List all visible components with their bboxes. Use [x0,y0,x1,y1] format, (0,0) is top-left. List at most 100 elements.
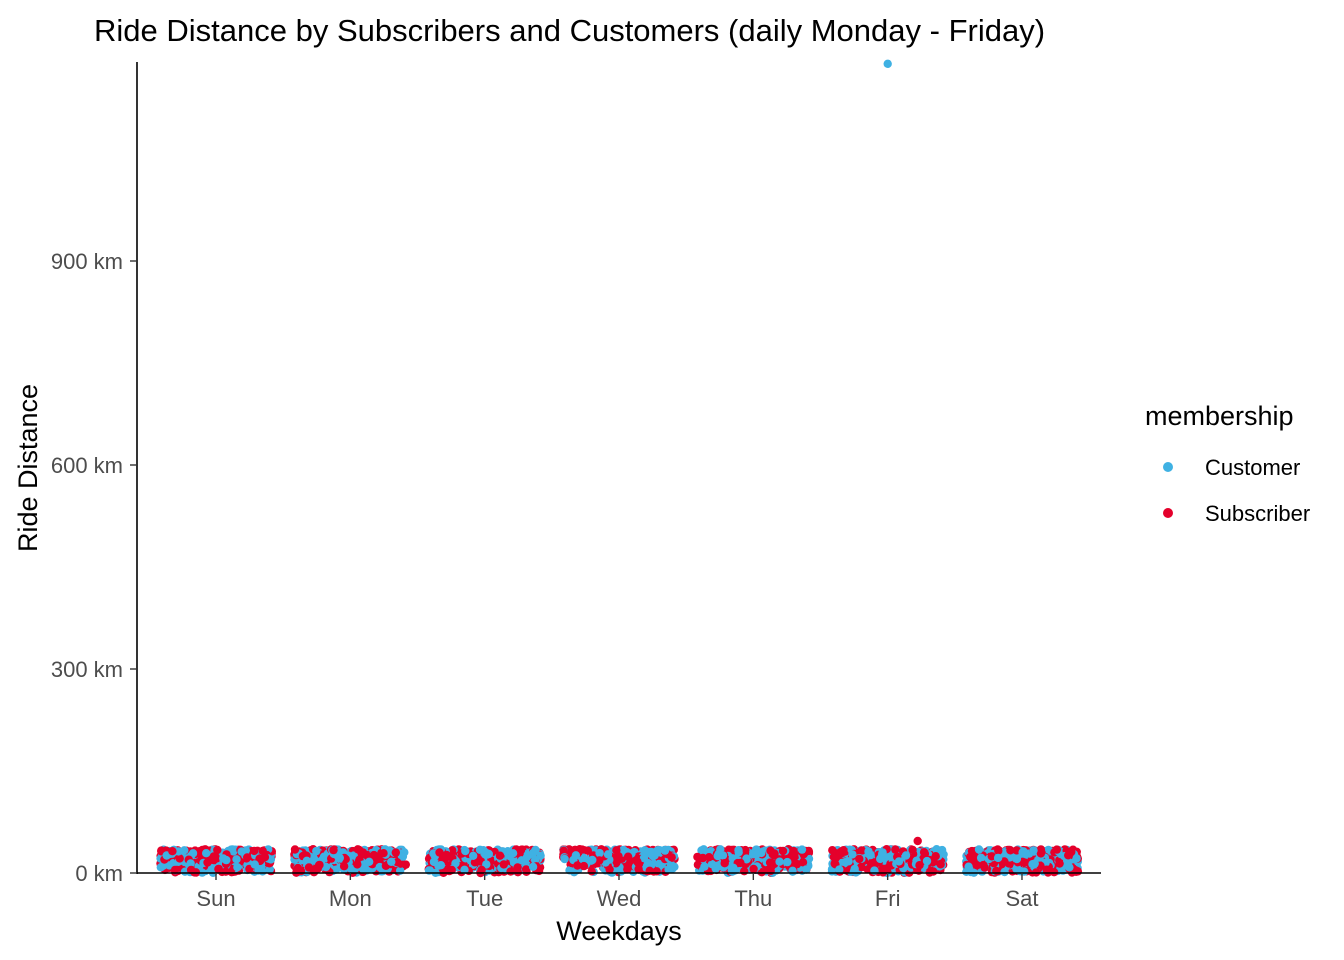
subscriber-point [740,867,749,876]
customer-point [878,848,887,857]
subscriber-point [1052,845,1062,854]
subscriber-point [290,845,300,854]
x-tick-label: Fri [875,886,901,911]
subscriber-point [353,860,362,869]
subscriber-point [634,864,643,874]
subscriber-point [315,860,324,870]
customer-point [783,857,792,867]
subscriber-point [221,867,230,876]
customer-point [974,845,984,854]
customer-point [850,864,859,874]
x-axis-ticks: Sun Mon Tue Wed Thu Fri Sat [196,873,1038,911]
subscriber-point [583,846,592,855]
subscriber-point [513,863,522,872]
customer-point [993,853,1003,863]
subscriber-point [442,853,451,862]
customer-point [844,857,853,866]
subscriber-point [304,863,314,872]
customer-point [484,849,493,859]
customer-point [1029,846,1038,855]
customer-point [528,862,538,871]
customer-point [588,855,597,865]
customer-point [1064,862,1073,871]
subscriber-point [435,848,444,857]
subscriber-point [915,861,924,870]
customer-point [1072,854,1081,863]
subscriber-point [931,852,940,861]
customer-point [964,862,973,871]
subscriber-outlier-point [913,836,922,846]
subscriber-point [614,852,623,861]
subscriber-point [908,845,917,855]
customer-point [646,847,656,857]
customer-point [531,845,540,855]
customer-point [387,857,396,866]
customer-point [922,856,932,866]
customer-point [734,846,743,855]
subscriber-point [836,849,846,858]
subscriber-point [214,864,223,874]
subscriber-point [828,846,837,855]
customer-point [595,848,604,858]
customer-point [1000,867,1009,877]
y-tick-label: 300 km [51,657,123,682]
customer-point [700,862,709,871]
subscriber-point [704,853,714,862]
y-tick-label: 0 km [75,861,123,886]
subscriber-point [693,852,702,862]
customer-point [653,846,663,855]
customer-outlier-point [883,59,892,68]
subscriber-point [992,866,1001,876]
customer-point [976,853,986,862]
customer-point [1018,848,1027,857]
subscriber-point [891,845,900,854]
subscriber-point [749,864,758,874]
subscriber-point [587,867,596,876]
subscriber-point [210,853,219,862]
customer-point [797,845,807,854]
customer-point [475,845,485,854]
scatter-chart: Ride Distance by Subscribers and Custome… [13,13,1310,946]
legend: membership Customer Subscriber [1145,401,1310,526]
y-tick-label: 900 km [51,249,123,274]
customer-point [894,857,904,866]
customer-point [222,855,231,865]
subscriber-point [778,846,788,856]
subscriber-point [1064,851,1073,860]
y-tick-label: 600 km [51,453,123,478]
subscriber-point [929,867,938,876]
subscriber-point [339,862,349,871]
customer-point [1012,854,1022,864]
subscriber-point [855,854,864,864]
customer-point [901,851,911,860]
subscriber-point [736,858,745,868]
subscriber-point [379,849,388,858]
x-tick-label: Sat [1005,886,1038,911]
customer-point [312,846,321,856]
subscriber-point [358,850,367,859]
subscriber-point [765,858,775,867]
subscriber-point [788,850,797,860]
y-axis-ticks: 0 km 300 km 600 km 900 km [51,249,137,886]
chart-title: Ride Distance by Subscribers and Custome… [94,13,1045,48]
subscriber-point [979,860,988,870]
x-tick-label: Wed [597,886,642,911]
customer-point [753,848,763,858]
x-axis-title: Weekdays [556,916,682,946]
customer-point [233,863,242,872]
customer-point [232,855,241,864]
customer-point [365,857,374,866]
subscriber-point [250,846,259,856]
customer-point [571,851,581,860]
subscriber-point [495,851,505,860]
subscriber-point [936,860,945,869]
data-points [156,59,1083,878]
subscriber-point [175,854,184,863]
subscriber-point [1036,849,1046,858]
customer-point [713,851,722,861]
subscriber-point [770,849,779,858]
subscriber-point [168,847,177,856]
subscriber-point [623,852,633,861]
customer-point [434,861,443,870]
subscriber-point [329,845,338,855]
